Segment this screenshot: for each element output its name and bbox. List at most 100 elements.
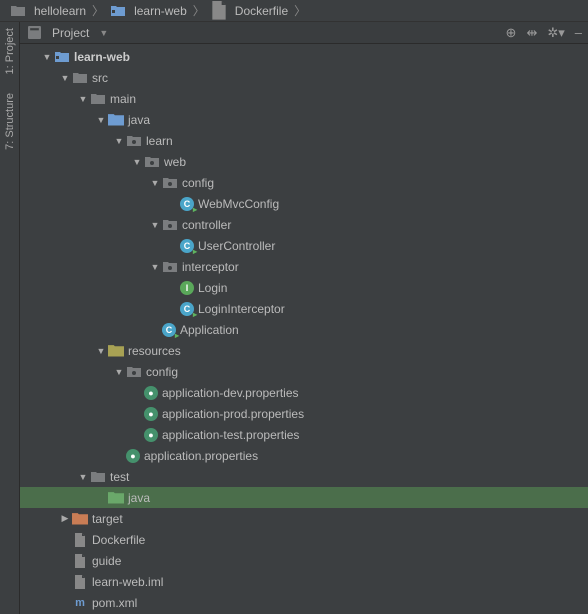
tree-item[interactable]: ▶ target [20, 508, 588, 529]
chevron-right-icon: 〉 [191, 2, 207, 19]
breadcrumb-label: hellolearn [34, 4, 86, 18]
package-icon [162, 217, 178, 233]
chevron-down-icon[interactable]: ▼ [112, 136, 126, 146]
select-opened-file-icon[interactable]: ⊕ [506, 25, 517, 41]
tree-item[interactable]: ▼CUserController [20, 235, 588, 256]
target-folder-icon [72, 511, 88, 527]
tree-item-label: application-dev.properties [162, 386, 299, 400]
tree-item[interactable]: ▼ILogin [20, 277, 588, 298]
file-icon [211, 3, 227, 19]
tree-item-label: learn [146, 134, 173, 148]
tree-item-label: Dockerfile [92, 533, 145, 547]
tree-item[interactable]: ▼learn-web [20, 46, 588, 67]
file-icon [72, 532, 88, 548]
chevron-down-icon[interactable]: ▼ [148, 178, 162, 188]
tree-item-label: application-prod.properties [162, 407, 304, 421]
tree-item-label: interceptor [182, 260, 239, 274]
tree-item-label: LoginInterceptor [198, 302, 285, 316]
chevron-down-icon[interactable]: ▼ [130, 157, 144, 167]
sidebar-tab-label: 7: Structure [4, 93, 16, 150]
breadcrumb-item[interactable]: hellolearn [6, 3, 90, 19]
tree-item[interactable]: ▼java [20, 487, 588, 508]
breadcrumb-label: learn-web [134, 4, 187, 18]
tree-item[interactable]: ▼ config [20, 361, 588, 382]
tree-item-label: java [128, 113, 150, 127]
chevron-right-icon[interactable]: ▶ [58, 513, 72, 524]
breadcrumb: hellolearn 〉 learn-web 〉 Dockerfile 〉 [0, 0, 588, 22]
maven-icon: m [72, 595, 88, 611]
project-icon [26, 25, 42, 41]
tree-item[interactable]: ▼CApplication [20, 319, 588, 340]
hide-icon[interactable]: – [575, 25, 582, 40]
breadcrumb-item[interactable]: Dockerfile [207, 3, 292, 19]
chevron-down-icon[interactable]: ▼ [99, 28, 108, 38]
file-icon [72, 553, 88, 569]
chevron-down-icon[interactable]: ▼ [148, 220, 162, 230]
tree-item[interactable]: ▼Dockerfile [20, 529, 588, 550]
tool-window-title: Project [52, 26, 89, 40]
project-tool-header: Project ▼ ⊕ ⇹ ✲▾ – [20, 22, 588, 44]
chevron-down-icon[interactable]: ▼ [94, 115, 108, 125]
tree-item[interactable]: ▼controller [20, 214, 588, 235]
tree-item[interactable]: ▼mpom.xml [20, 592, 588, 613]
gear-icon[interactable]: ✲▾ [547, 25, 564, 41]
properties-icon: ● [126, 449, 140, 463]
tree-item[interactable]: ▼src [20, 67, 588, 88]
tree-item[interactable]: ▼ test [20, 466, 588, 487]
project-tree[interactable]: ▼learn-web▼src▼main▼java▼learn▼web▼confi… [20, 44, 588, 614]
chevron-down-icon[interactable]: ▼ [76, 94, 90, 104]
tree-item-label: Application [180, 323, 239, 337]
chevron-down-icon[interactable]: ▼ [40, 52, 54, 62]
tree-item[interactable]: ▼CWebMvcConfig [20, 193, 588, 214]
chevron-right-icon: 〉 [292, 2, 308, 19]
folder-icon [72, 70, 88, 86]
chevron-down-icon[interactable]: ▼ [148, 262, 162, 272]
folder-icon [90, 469, 106, 485]
tree-item[interactable]: ▼●application-prod.properties [20, 403, 588, 424]
tree-item[interactable]: ▼●application-dev.properties [20, 382, 588, 403]
tree-item[interactable]: ▼CLoginInterceptor [20, 298, 588, 319]
breadcrumb-label: Dockerfile [235, 4, 288, 18]
test-folder-icon [108, 490, 124, 506]
source-folder-icon [108, 112, 124, 128]
tree-item[interactable]: ▼ main [20, 88, 588, 109]
module-icon [54, 49, 70, 65]
tree-item-label: target [92, 512, 123, 526]
tree-item-label: WebMvcConfig [198, 197, 279, 211]
folder-icon [10, 3, 26, 19]
properties-icon: ● [144, 386, 158, 400]
tree-item[interactable]: ▼ interceptor [20, 256, 588, 277]
tree-item-label: Login [198, 281, 227, 295]
sidebar-tab-structure[interactable]: 7: Structure [4, 93, 16, 150]
chevron-down-icon[interactable]: ▼ [58, 73, 72, 83]
class-icon: C [180, 302, 194, 316]
class-icon: C [180, 197, 194, 211]
class-icon: C [180, 239, 194, 253]
chevron-right-icon: 〉 [90, 2, 106, 19]
chevron-down-icon[interactable]: ▼ [94, 346, 108, 356]
tree-item-label: main [110, 92, 136, 106]
tree-item-label: java [128, 491, 150, 505]
chevron-down-icon[interactable]: ▼ [76, 472, 90, 482]
collapse-all-icon[interactable]: ⇹ [526, 25, 537, 41]
tree-item[interactable]: ▼ java [20, 109, 588, 130]
tree-item-label: test [110, 470, 129, 484]
tree-item[interactable]: ▼resources [20, 340, 588, 361]
tree-item-label: web [164, 155, 186, 169]
tree-item-label: config [146, 365, 178, 379]
chevron-down-icon[interactable]: ▼ [112, 367, 126, 377]
tree-item-label: UserController [198, 239, 275, 253]
tree-item-label: config [182, 176, 214, 190]
tree-item[interactable]: ▼guide [20, 550, 588, 571]
breadcrumb-item[interactable]: learn-web [106, 3, 191, 19]
tree-item[interactable]: ▼ web [20, 151, 588, 172]
sidebar-tab-project[interactable]: 1: Project [4, 28, 16, 75]
tree-item[interactable]: ▼learn-web.iml [20, 571, 588, 592]
package-icon [126, 133, 142, 149]
package-icon [144, 154, 160, 170]
tree-item[interactable]: ▼●application-test.properties [20, 424, 588, 445]
tree-item[interactable]: ▼ config [20, 172, 588, 193]
tree-item[interactable]: ▼ learn [20, 130, 588, 151]
tree-item[interactable]: ▼●application.properties [20, 445, 588, 466]
package-icon [162, 175, 178, 191]
